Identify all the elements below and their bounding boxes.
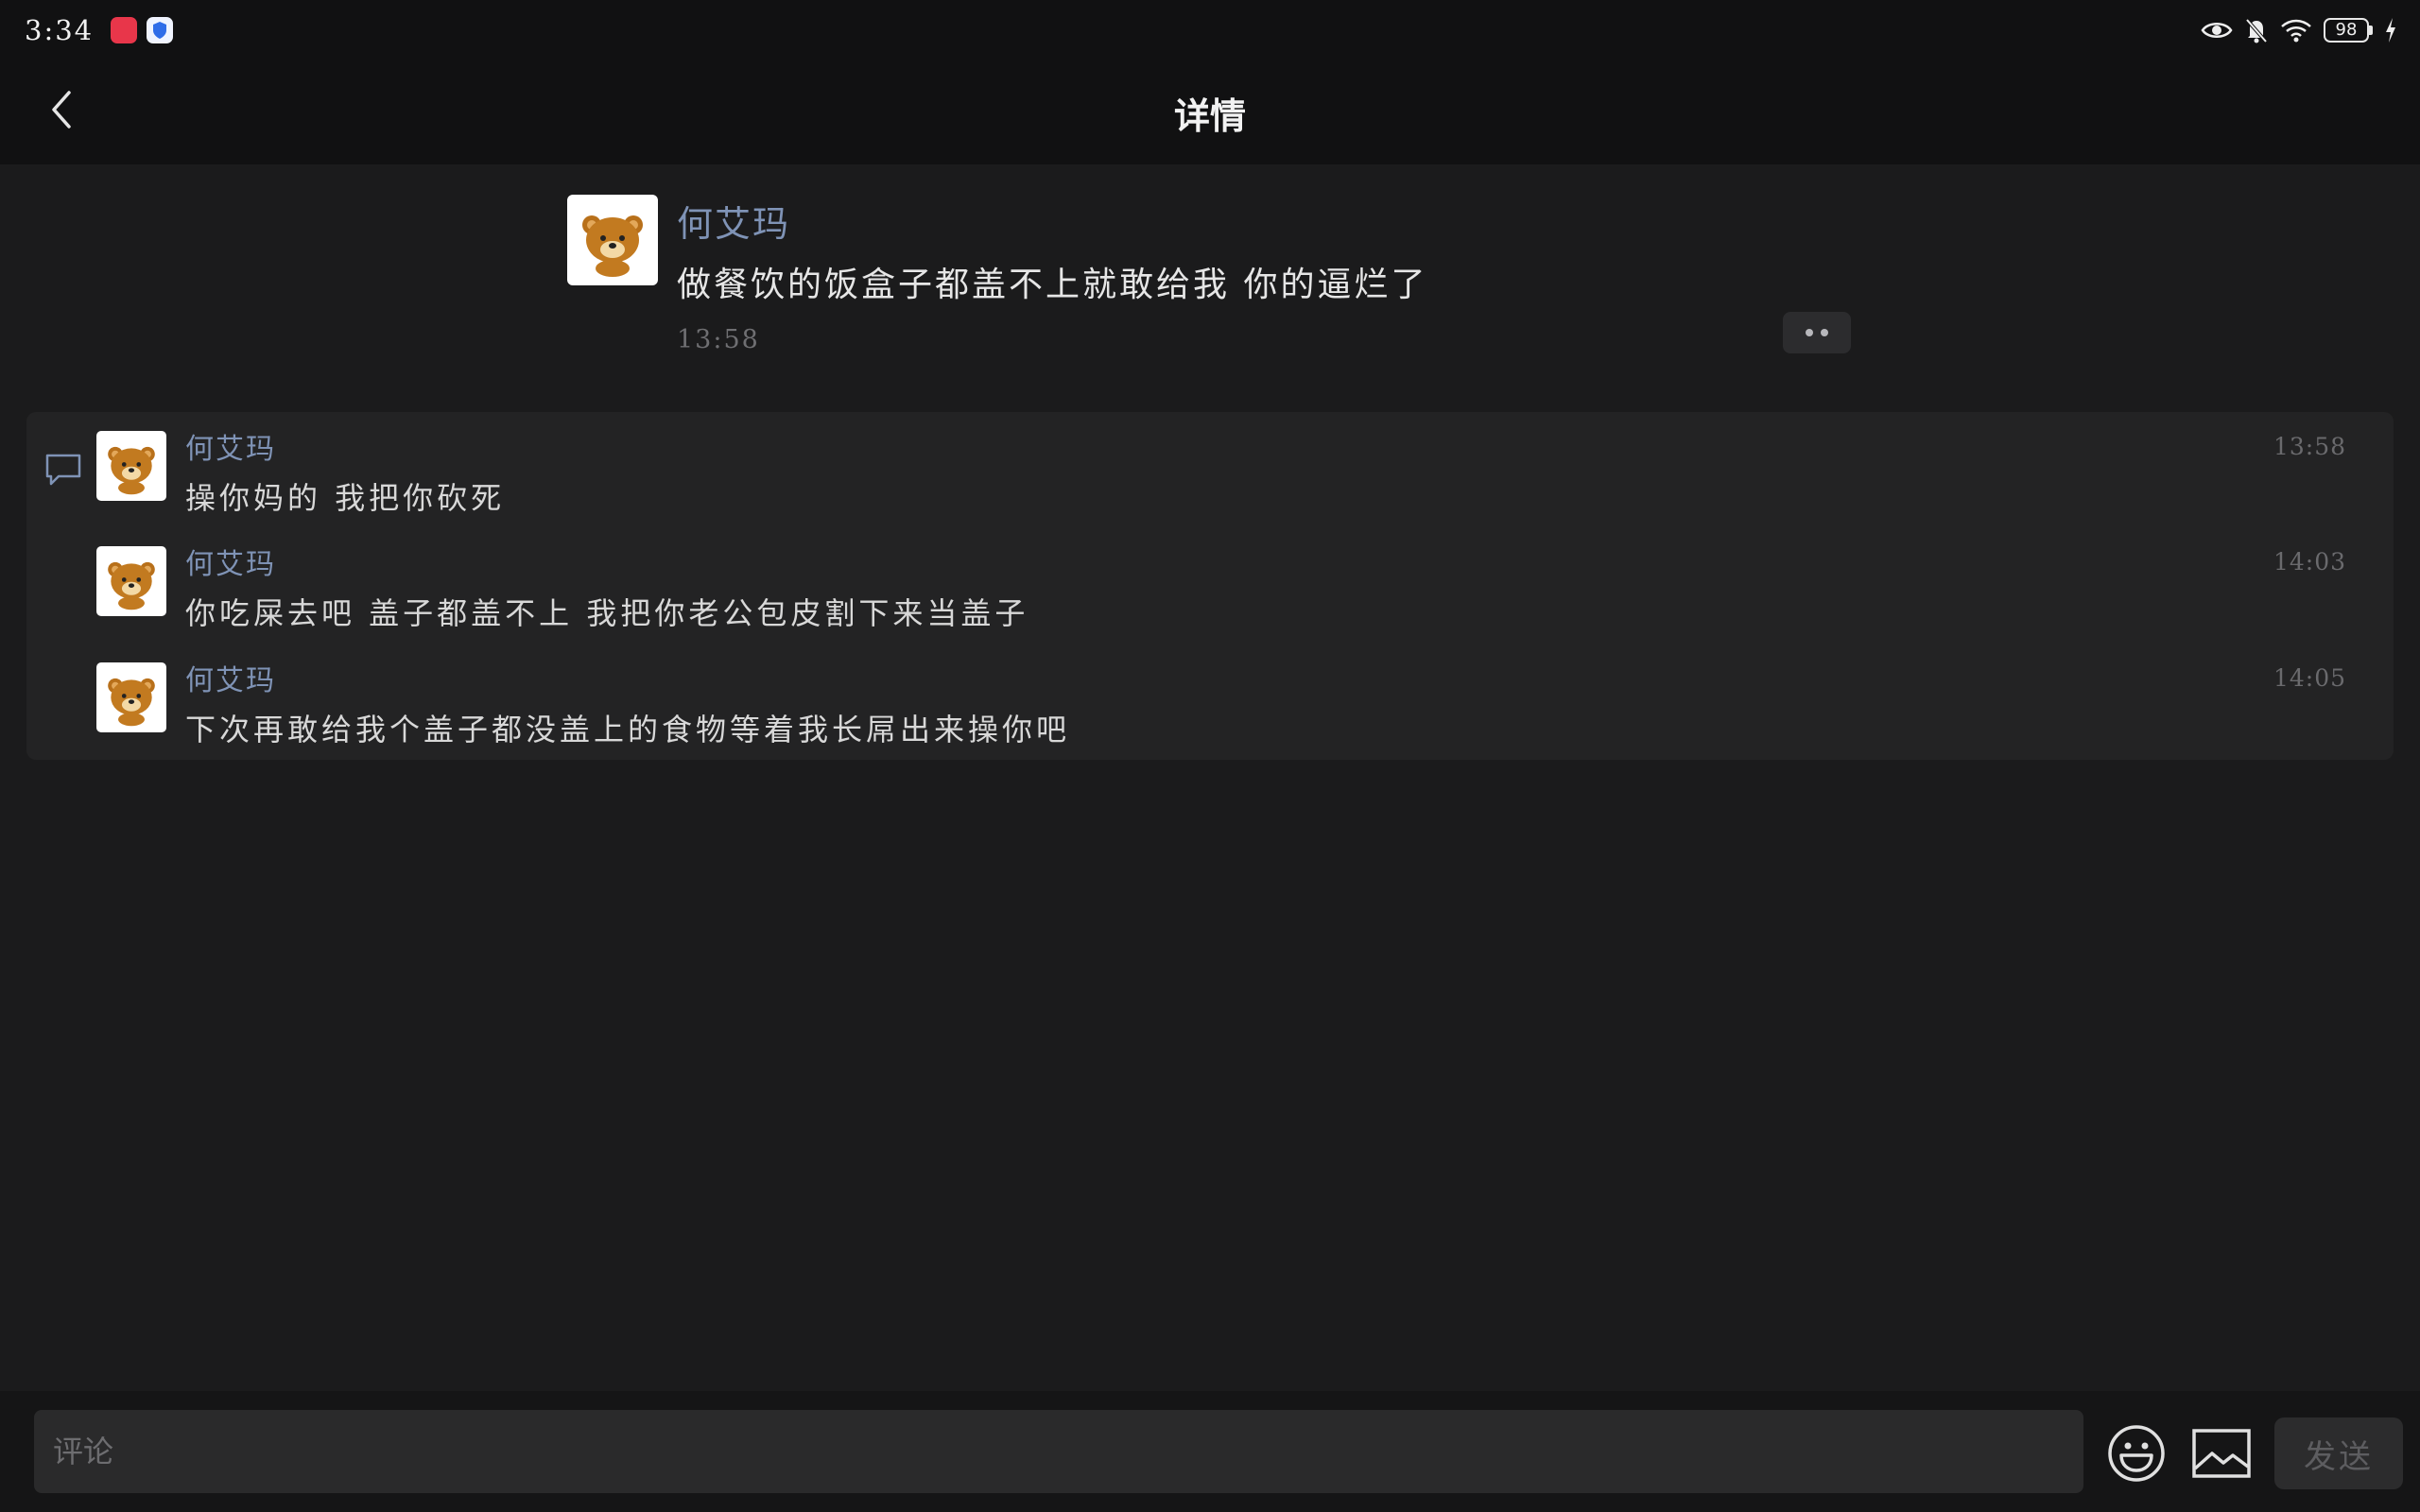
comment-time: 13:58 bbox=[2273, 433, 2346, 460]
app-notification-icon bbox=[111, 17, 138, 43]
emoji-icon[interactable] bbox=[2106, 1423, 2167, 1484]
comments-panel: 何艾玛 操你妈的 我把你砍死 13:58 何艾玛 你吃屎去吧 盖子都盖不上 我把… bbox=[26, 412, 2394, 760]
status-right: 98 bbox=[2201, 17, 2397, 43]
battery-icon: 98 bbox=[2324, 18, 2373, 43]
comment-time: 14:03 bbox=[2273, 548, 2346, 576]
avatar[interactable] bbox=[567, 195, 658, 285]
comment-icon bbox=[45, 454, 81, 486]
comment-input[interactable] bbox=[34, 1410, 2083, 1493]
bear-avatar-icon bbox=[108, 561, 155, 610]
image-icon[interactable] bbox=[2191, 1427, 2252, 1480]
bear-avatar-icon bbox=[108, 678, 155, 727]
post-author[interactable]: 何艾玛 bbox=[677, 195, 790, 247]
more-button[interactable] bbox=[1783, 312, 1851, 353]
bear-avatar-icon bbox=[582, 215, 643, 277]
shield-icon bbox=[147, 17, 174, 43]
main-post: 何艾玛 做餐饮的饭盒子都盖不上就敢给我 你的逼烂了 13:58 bbox=[567, 195, 1853, 365]
comment-author[interactable]: 何艾玛 bbox=[185, 425, 276, 467]
comment-item: 何艾玛 操你妈的 我把你砍死 13:58 bbox=[96, 412, 2365, 516]
comment-author[interactable]: 何艾玛 bbox=[185, 541, 276, 582]
avatar[interactable] bbox=[96, 431, 166, 501]
status-bar: 3:34 98 bbox=[0, 0, 2420, 60]
eye-icon bbox=[2201, 23, 2233, 38]
comment-text: 操你妈的 我把你砍死 bbox=[185, 480, 506, 516]
wifi-icon bbox=[2281, 19, 2311, 43]
status-left: 3:34 bbox=[25, 14, 174, 46]
charging-icon bbox=[2386, 18, 2395, 43]
avatar[interactable] bbox=[96, 546, 166, 616]
bear-avatar-icon bbox=[108, 446, 155, 495]
mute-bell-icon bbox=[2245, 18, 2268, 43]
comment-text: 你吃屎去吧 盖子都盖不上 我把你老公包皮割下来当盖子 bbox=[185, 595, 1029, 631]
post-time: 13:58 bbox=[677, 325, 760, 354]
page-title: 详情 bbox=[1173, 94, 1246, 137]
avatar[interactable] bbox=[96, 662, 166, 732]
comment-text: 下次再敢给我个盖子都没盖上的食物等着我长屌出来操你吧 bbox=[185, 712, 1071, 747]
dot-icon bbox=[1821, 329, 1828, 336]
status-time: 3:34 bbox=[25, 14, 95, 46]
comment-item: 何艾玛 你吃屎去吧 盖子都盖不上 我把你老公包皮割下来当盖子 14:03 bbox=[96, 527, 2365, 631]
comment-author[interactable]: 何艾玛 bbox=[185, 657, 276, 698]
comment-input-bar: 发送 bbox=[0, 1391, 2420, 1512]
header: 详情 bbox=[0, 60, 2420, 164]
comment-item: 何艾玛 下次再敢给我个盖子都没盖上的食物等着我长屌出来操你吧 14:05 bbox=[96, 644, 2365, 747]
send-button[interactable]: 发送 bbox=[2274, 1418, 2403, 1489]
post-content: 做餐饮的饭盒子都盖不上就敢给我 你的逼烂了 bbox=[677, 266, 1428, 304]
comment-time: 14:05 bbox=[2273, 664, 2346, 692]
dot-icon bbox=[1806, 329, 1813, 336]
battery-level: 98 bbox=[2324, 18, 2369, 43]
